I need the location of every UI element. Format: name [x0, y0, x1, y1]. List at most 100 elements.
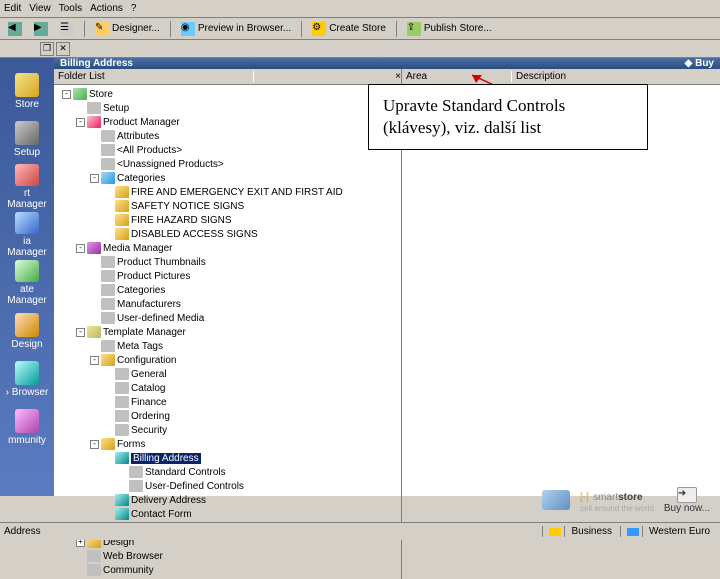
publish-store-button[interactable]: ⇪Publish Store...	[403, 20, 496, 38]
menubar: Edit View Tools Actions ?	[0, 0, 720, 18]
sidebar-item-setup[interactable]: Setup	[3, 116, 51, 162]
tree-label: SAFETY NOTICE SIGNS	[131, 201, 244, 212]
tb-fwd[interactable]: ▶	[30, 20, 52, 38]
tree-node[interactable]: Setup	[54, 101, 401, 115]
buy-link[interactable]: ◆ Buy	[685, 58, 714, 69]
folder-list-header: Folder List ×	[54, 69, 401, 85]
tree-node[interactable]: Ordering	[54, 409, 401, 423]
tree-node[interactable]: - Template Manager	[54, 325, 401, 339]
create-store-button[interactable]: ⚙Create Store	[308, 20, 390, 38]
leaf-icon	[115, 382, 129, 394]
sidebar-item-template[interactable]: ate Manager	[3, 260, 51, 306]
folder-icon	[115, 200, 129, 212]
subbar: ❐ ✕	[0, 40, 720, 58]
tree-node[interactable]: SAFETY NOTICE SIGNS	[54, 199, 401, 213]
tree-node[interactable]: User-Defined Controls	[54, 479, 401, 493]
area-col: Area	[402, 71, 512, 82]
buy-now-button[interactable]: ➜ Buy now...	[664, 487, 710, 514]
menu-edit[interactable]: Edit	[4, 3, 21, 14]
folder-icon	[101, 438, 115, 450]
tree-label: User-defined Media	[117, 313, 204, 324]
folder-icon	[101, 354, 115, 366]
folder-tree[interactable]: - StoreSetup-Product ManagerAttributes<Al…	[54, 85, 401, 579]
menu-view[interactable]: View	[29, 3, 51, 14]
tree-node[interactable]: <All Products>	[54, 143, 401, 157]
tree-node[interactable]: DISABLED ACCESS SIGNS	[54, 227, 401, 241]
tb-list[interactable]: ☰	[56, 20, 78, 38]
tree-node[interactable]: Meta Tags	[54, 339, 401, 353]
tree-node[interactable]: - Media Manager	[54, 241, 401, 255]
menu-tools[interactable]: Tools	[59, 3, 82, 14]
sidebar-item-browser[interactable]: › Browser	[3, 356, 51, 402]
tree-node[interactable]: Attributes	[54, 129, 401, 143]
expand-icon[interactable]: -	[76, 118, 85, 127]
tree-node[interactable]: Finance	[54, 395, 401, 409]
sidebar-item-store[interactable]: Store	[3, 68, 51, 114]
tree-node[interactable]: Contact Form	[54, 507, 401, 521]
status-locale: Western Euro	[620, 526, 710, 537]
logo-area: [-] smartstore sell around the world ➜ B…	[460, 482, 710, 518]
tree-node[interactable]: Community	[54, 563, 401, 577]
folder-list-close[interactable]: ×	[254, 71, 401, 82]
tree-label: Store	[89, 89, 113, 100]
expand-icon[interactable]: -	[76, 328, 85, 337]
tree-node[interactable]: -Forms	[54, 437, 401, 451]
tree-node[interactable]: <Unassigned Products>	[54, 157, 401, 171]
flag-icon	[627, 528, 639, 536]
form-icon	[115, 494, 129, 506]
tree-node[interactable]: -Configuration	[54, 353, 401, 367]
tree-label: User-Defined Controls	[145, 481, 244, 492]
tree-label: Finance	[131, 397, 167, 408]
tree-label: Categories	[117, 173, 165, 184]
tree-node[interactable]: -Product Manager	[54, 115, 401, 129]
tree-node[interactable]: Product Thumbnails	[54, 255, 401, 269]
expand-icon[interactable]: -	[90, 356, 99, 365]
sidebar-item-media[interactable]: ia Manager	[3, 212, 51, 258]
leaf-icon	[87, 550, 101, 562]
tree-node[interactable]: - Categories	[54, 171, 401, 185]
leaf-icon	[101, 130, 115, 142]
sub-close-icon[interactable]: ✕	[56, 42, 70, 56]
section-titlebar: Billing Address ◆ Buy	[54, 58, 720, 69]
preview-button[interactable]: ◉Preview in Browser...	[177, 20, 295, 38]
tree-node[interactable]: Security	[54, 423, 401, 437]
store-icon	[73, 88, 87, 100]
designer-button[interactable]: ✎Designer...	[91, 20, 164, 38]
tree-node[interactable]: Manufacturers	[54, 297, 401, 311]
tree-node[interactable]: FIRE AND EMERGENCY EXIT AND FIRST AID	[54, 185, 401, 199]
desc-col: Description	[512, 71, 720, 82]
brand-tagline: sell around the world	[580, 504, 654, 513]
setup-icon	[15, 121, 39, 145]
leaf-icon	[115, 396, 129, 408]
folder-list-col: Folder List	[54, 71, 254, 82]
sidebar-item-manager[interactable]: rt Manager	[3, 164, 51, 210]
tree-node[interactable]: User-defined Media	[54, 311, 401, 325]
tree-node[interactable]: FIRE HAZARD SIGNS	[54, 213, 401, 227]
sub-restore-icon[interactable]: ❐	[40, 42, 54, 56]
tree-label: Template Manager	[103, 327, 186, 338]
sidebar-item-design[interactable]: Design	[3, 308, 51, 354]
tree-node[interactable]: Product Pictures	[54, 269, 401, 283]
menu-actions[interactable]: Actions	[90, 3, 123, 14]
menu-help[interactable]: ?	[131, 3, 137, 14]
cart-icon	[542, 490, 570, 510]
tree-node[interactable]: Web Browser	[54, 549, 401, 563]
tree-node[interactable]: Categories	[54, 283, 401, 297]
tree-label: Media Manager	[103, 243, 172, 254]
leaf-icon	[101, 144, 115, 156]
flag-icon	[549, 528, 561, 536]
expand-icon[interactable]: -	[76, 244, 85, 253]
tree-node[interactable]: Catalog	[54, 381, 401, 395]
tree-node[interactable]: Delivery Address	[54, 493, 401, 507]
expand-icon[interactable]: -	[90, 440, 99, 449]
leaf-icon	[101, 340, 115, 352]
tree-node[interactable]: General	[54, 367, 401, 381]
tree-node[interactable]: - Store	[54, 87, 401, 101]
tree-node[interactable]: Billing Address	[54, 451, 401, 465]
sidebar-item-community[interactable]: mmunity	[3, 404, 51, 450]
tree-label: Web Browser	[103, 551, 163, 562]
tb-back[interactable]: ◀	[4, 20, 26, 38]
expand-icon[interactable]: -	[62, 90, 71, 99]
expand-icon[interactable]: -	[90, 174, 99, 183]
tree-node[interactable]: Standard Controls	[54, 465, 401, 479]
